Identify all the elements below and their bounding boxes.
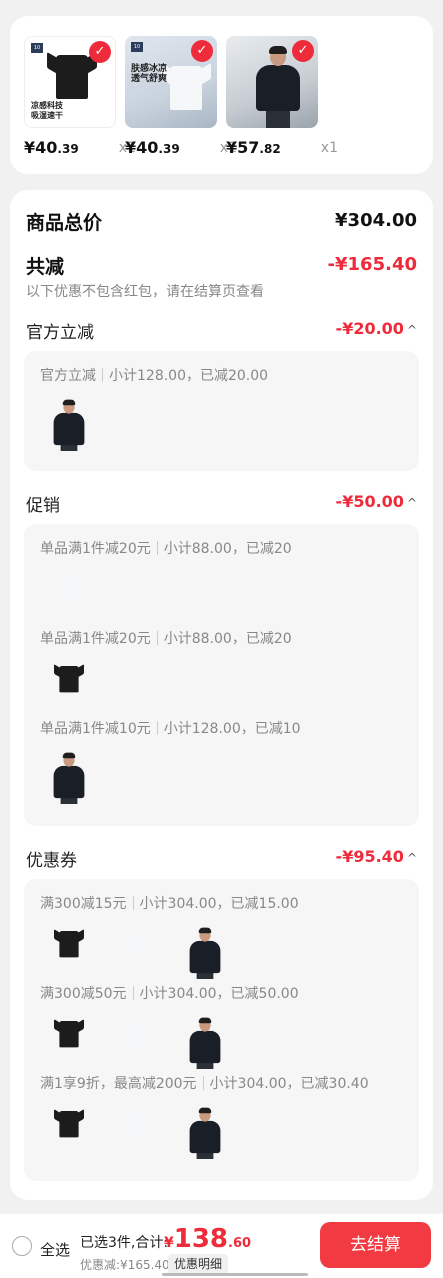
product-image-man-polo[interactable]: ✓ (226, 36, 318, 128)
product-thumb[interactable] (108, 921, 166, 979)
discount-line: 官方立减 小计128.00，已减20.00 (40, 368, 269, 384)
discount-line: 满1享9折，最高减200元 小计304.00，已减30.40 (40, 1076, 369, 1092)
product-thumb[interactable] (176, 1101, 234, 1159)
goods-total-value: ¥304.00 (335, 210, 417, 231)
white-tee-image (161, 62, 211, 110)
section-toggle-official[interactable]: -¥20.00 ^ (336, 319, 417, 338)
section-toggle-coupon[interactable]: -¥95.40 ^ (336, 847, 417, 866)
home-indicator (162, 1273, 308, 1276)
discount-line: 满300减15元 小计304.00，已减15.00 (40, 896, 299, 912)
discount-label: 共减 (26, 256, 65, 278)
product-image-white-tee[interactable]: 10 肤感冰凉 透气舒爽 ✓ (125, 36, 217, 128)
product-thumb[interactable] (40, 1101, 98, 1159)
discount-line: 单品满1件减20元 小计88.00，已减20 (40, 631, 292, 647)
black-tee-image (47, 51, 97, 99)
product-price: ¥40.39 (125, 138, 180, 157)
goods-total-label: 商品总价 (26, 212, 103, 234)
product-thumb[interactable] (176, 921, 234, 979)
product-price: ¥40.39 (24, 138, 79, 157)
total-price: ¥138.60 (164, 1224, 252, 1254)
model-image (256, 46, 300, 128)
discount-line: 单品满1件减10元 小计128.00，已减10 (40, 721, 301, 737)
section-amount: -¥50.00 (335, 492, 404, 511)
discount-note: 以下优惠不包含红包，请在结算页查看 (26, 284, 264, 300)
discount-detail-button[interactable]: 优惠明细 (168, 1254, 229, 1274)
product-thumb[interactable] (108, 1011, 166, 1069)
order-page: 10 凉感科技吸湿速干 ✓ ¥40.39 x1 10 肤感冰凉透气舒爽 ✓ (0, 0, 443, 1278)
product-thumb[interactable] (176, 1011, 234, 1069)
product-thumb[interactable] (40, 921, 98, 979)
section-amount: -¥95.40 (335, 847, 404, 866)
selected-count: 已选3件,合计: (80, 1235, 169, 1251)
radio-unchecked-icon[interactable] (12, 1236, 32, 1256)
price-summary-card: 商品总价 ¥304.00 共减 -¥165.40 以下优惠不包含红包，请在结算页… (10, 190, 433, 1200)
product-thumb[interactable] (40, 566, 98, 624)
product-caption: 肤感冰凉 透气舒爽 (131, 64, 168, 84)
coupon-discount-box: 满300减15元 小计304.00，已减15.00 满300减50元 小计304.0… (24, 879, 419, 1181)
checkout-button[interactable]: 去结算 (320, 1222, 431, 1268)
product-item[interactable]: ✓ ¥57.82 x1 (226, 36, 338, 160)
chevron-up-icon: ^ (406, 323, 417, 337)
product-item[interactable]: 10 肤感冰凉 透气舒爽 ✓ ¥40.39 x1 (125, 36, 237, 160)
promo-discount-box: 单品满1件减20元 小计88.00，已减20 单品满1件减20元 小计88.00，已… (24, 524, 419, 826)
discount-line: 单品满1件减20元 小计88.00，已减20 (40, 541, 292, 557)
product-thumb[interactable] (40, 656, 98, 714)
section-amount: -¥20.00 (335, 319, 404, 338)
chevron-up-icon: ^ (406, 496, 417, 510)
brand-logo-icon: 10 (131, 42, 143, 52)
discount-value: -¥165.40 (327, 254, 417, 275)
discount-line: 满300减50元 小计304.00，已减50.00 (40, 986, 299, 1002)
product-thumb[interactable] (40, 746, 98, 804)
product-thumb[interactable] (40, 393, 98, 451)
product-thumb[interactable] (108, 1101, 166, 1159)
saved-amount: 优惠减:¥165.40 (80, 1258, 170, 1272)
select-all-label[interactable]: 全选 (40, 1239, 70, 1260)
check-icon[interactable]: ✓ (191, 40, 213, 62)
product-image-black-tee[interactable]: 10 凉感科技 吸湿速干 ✓ (24, 36, 116, 128)
selected-products-card: 10 凉感科技吸湿速干 ✓ ¥40.39 x1 10 肤感冰凉透气舒爽 ✓ (10, 16, 433, 174)
check-icon[interactable]: ✓ (292, 40, 314, 62)
product-item[interactable]: 10 凉感科技 吸湿速干 ✓ ¥40.39 x1 (24, 36, 136, 160)
section-title-coupon: 优惠券 (26, 851, 77, 871)
brand-logo-icon: 10 (31, 43, 43, 53)
section-title-official: 官方立减 (26, 323, 94, 343)
official-discount-box: 官方立减 小计128.00，已减20.00 (24, 351, 419, 471)
chevron-up-icon: ^ (406, 851, 417, 865)
check-icon[interactable]: ✓ (89, 41, 111, 63)
product-thumb[interactable] (40, 1011, 98, 1069)
product-price: ¥57.82 (226, 138, 281, 157)
product-qty: x1 (320, 140, 338, 156)
section-toggle-promo[interactable]: -¥50.00 ^ (336, 492, 417, 511)
section-title-promo: 促销 (26, 496, 60, 516)
product-caption: 凉感科技 吸湿速干 (31, 101, 63, 120)
checkout-bar: 全选 已选3件,合计: ¥138.60 优惠减:¥165.40 优惠明细 去结算 (0, 1214, 443, 1278)
